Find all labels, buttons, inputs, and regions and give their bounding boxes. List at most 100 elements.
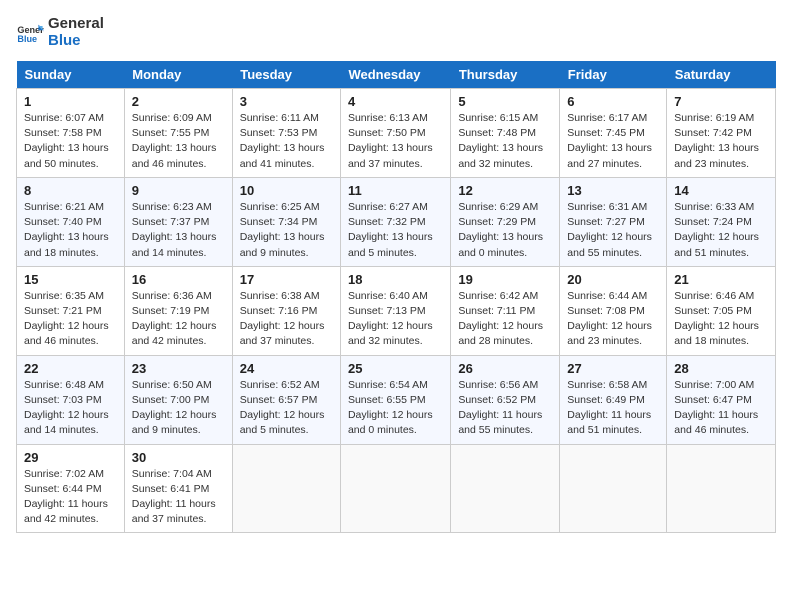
calendar-cell: 3 Sunrise: 6:11 AMSunset: 7:53 PMDaylight… — [232, 89, 340, 178]
day-number: 25 — [348, 361, 443, 376]
day-info: Sunrise: 6:17 AMSunset: 7:45 PMDaylight:… — [567, 111, 659, 172]
calendar-cell: 13 Sunrise: 6:31 AMSunset: 7:27 PMDayligh… — [560, 177, 667, 266]
calendar-week-2: 8 Sunrise: 6:21 AMSunset: 7:40 PMDaylight… — [17, 177, 776, 266]
calendar-cell: 4 Sunrise: 6:13 AMSunset: 7:50 PMDaylight… — [340, 89, 450, 178]
day-number: 22 — [24, 361, 117, 376]
day-info: Sunrise: 6:42 AMSunset: 7:11 PMDaylight:… — [458, 289, 552, 350]
day-number: 21 — [674, 272, 768, 287]
day-number: 29 — [24, 450, 117, 465]
calendar-cell: 2 Sunrise: 6:09 AMSunset: 7:55 PMDaylight… — [124, 89, 232, 178]
calendar-cell: 29 Sunrise: 7:02 AMSunset: 6:44 PMDayligh… — [17, 444, 125, 533]
weekday-header-row: SundayMondayTuesdayWednesdayThursdayFrid… — [17, 61, 776, 89]
day-number: 7 — [674, 94, 768, 109]
day-info: Sunrise: 6:25 AMSunset: 7:34 PMDaylight:… — [240, 200, 333, 261]
day-info: Sunrise: 6:36 AMSunset: 7:19 PMDaylight:… — [132, 289, 225, 350]
day-info: Sunrise: 6:09 AMSunset: 7:55 PMDaylight:… — [132, 111, 225, 172]
calendar-cell: 24 Sunrise: 6:52 AMSunset: 6:57 PMDayligh… — [232, 355, 340, 444]
day-number: 2 — [132, 94, 225, 109]
day-info: Sunrise: 6:15 AMSunset: 7:48 PMDaylight:… — [458, 111, 552, 172]
calendar-cell — [667, 444, 776, 533]
day-number: 18 — [348, 272, 443, 287]
calendar-table: SundayMondayTuesdayWednesdayThursdayFrid… — [16, 61, 776, 533]
calendar-cell: 18 Sunrise: 6:40 AMSunset: 7:13 PMDayligh… — [340, 266, 450, 355]
calendar-cell: 22 Sunrise: 6:48 AMSunset: 7:03 PMDayligh… — [17, 355, 125, 444]
calendar-cell: 25 Sunrise: 6:54 AMSunset: 6:55 PMDayligh… — [340, 355, 450, 444]
day-info: Sunrise: 7:02 AMSunset: 6:44 PMDaylight:… — [24, 467, 117, 528]
day-number: 1 — [24, 94, 117, 109]
day-info: Sunrise: 6:07 AMSunset: 7:58 PMDaylight:… — [24, 111, 117, 172]
day-number: 12 — [458, 183, 552, 198]
day-info: Sunrise: 6:35 AMSunset: 7:21 PMDaylight:… — [24, 289, 117, 350]
day-number: 8 — [24, 183, 117, 198]
day-info: Sunrise: 6:31 AMSunset: 7:27 PMDaylight:… — [567, 200, 659, 261]
day-number: 19 — [458, 272, 552, 287]
day-info: Sunrise: 6:58 AMSunset: 6:49 PMDaylight:… — [567, 378, 659, 439]
day-info: Sunrise: 6:46 AMSunset: 7:05 PMDaylight:… — [674, 289, 768, 350]
day-info: Sunrise: 6:23 AMSunset: 7:37 PMDaylight:… — [132, 200, 225, 261]
day-info: Sunrise: 6:50 AMSunset: 7:00 PMDaylight:… — [132, 378, 225, 439]
day-info: Sunrise: 6:44 AMSunset: 7:08 PMDaylight:… — [567, 289, 659, 350]
calendar-cell: 20Sunrise: 6:44 AMSunset: 7:08 PMDayligh… — [560, 266, 667, 355]
day-info: Sunrise: 6:19 AMSunset: 7:42 PMDaylight:… — [674, 111, 768, 172]
weekday-header-friday: Friday — [560, 61, 667, 89]
weekday-header-thursday: Thursday — [451, 61, 560, 89]
calendar-cell: 17Sunrise: 6:38 AMSunset: 7:16 PMDayligh… — [232, 266, 340, 355]
calendar-cell: 16 Sunrise: 6:36 AMSunset: 7:19 PMDayligh… — [124, 266, 232, 355]
day-info: Sunrise: 6:40 AMSunset: 7:13 PMDaylight:… — [348, 289, 443, 350]
logo-icon: General Blue — [16, 19, 44, 47]
calendar-cell — [451, 444, 560, 533]
calendar-cell — [232, 444, 340, 533]
day-number: 13 — [567, 183, 659, 198]
weekday-header-wednesday: Wednesday — [340, 61, 450, 89]
day-number: 15 — [24, 272, 117, 287]
day-number: 24 — [240, 361, 333, 376]
day-number: 11 — [348, 183, 443, 198]
day-info: Sunrise: 7:00 AMSunset: 6:47 PMDaylight:… — [674, 378, 768, 439]
day-info: Sunrise: 6:56 AMSunset: 6:52 PMDaylight:… — [458, 378, 552, 439]
day-info: Sunrise: 6:48 AMSunset: 7:03 PMDaylight:… — [24, 378, 117, 439]
day-info: Sunrise: 6:27 AMSunset: 7:32 PMDaylight:… — [348, 200, 443, 261]
day-info: Sunrise: 6:54 AMSunset: 6:55 PMDaylight:… — [348, 378, 443, 439]
calendar-cell: 26 Sunrise: 6:56 AMSunset: 6:52 PMDayligh… — [451, 355, 560, 444]
day-number: 5 — [458, 94, 552, 109]
day-info: Sunrise: 6:11 AMSunset: 7:53 PMDaylight:… — [240, 111, 333, 172]
day-info: Sunrise: 6:21 AMSunset: 7:40 PMDaylight:… — [24, 200, 117, 261]
calendar-cell: 8 Sunrise: 6:21 AMSunset: 7:40 PMDaylight… — [17, 177, 125, 266]
day-number: 27 — [567, 361, 659, 376]
calendar-cell: 7 Sunrise: 6:19 AMSunset: 7:42 PMDaylight… — [667, 89, 776, 178]
svg-text:Blue: Blue — [17, 34, 37, 44]
day-number: 16 — [132, 272, 225, 287]
calendar-cell: 1 Sunrise: 6:07 AMSunset: 7:58 PMDaylight… — [17, 89, 125, 178]
weekday-header-tuesday: Tuesday — [232, 61, 340, 89]
weekday-header-monday: Monday — [124, 61, 232, 89]
calendar-cell: 23Sunrise: 6:50 AMSunset: 7:00 PMDayligh… — [124, 355, 232, 444]
calendar-cell: 6Sunrise: 6:17 AMSunset: 7:45 PMDaylight… — [560, 89, 667, 178]
calendar-cell: 5 Sunrise: 6:15 AMSunset: 7:48 PMDaylight… — [451, 89, 560, 178]
calendar-cell: 21 Sunrise: 6:46 AMSunset: 7:05 PMDayligh… — [667, 266, 776, 355]
page-header: General Blue General Blue — [16, 16, 776, 49]
day-number: 17 — [240, 272, 333, 287]
calendar-week-5: 29 Sunrise: 7:02 AMSunset: 6:44 PMDayligh… — [17, 444, 776, 533]
logo: General Blue General Blue — [16, 16, 104, 49]
day-info: Sunrise: 6:29 AMSunset: 7:29 PMDaylight:… — [458, 200, 552, 261]
day-number: 10 — [240, 183, 333, 198]
weekday-header-saturday: Saturday — [667, 61, 776, 89]
calendar-week-3: 15 Sunrise: 6:35 AMSunset: 7:21 PMDayligh… — [17, 266, 776, 355]
calendar-week-4: 22 Sunrise: 6:48 AMSunset: 7:03 PMDayligh… — [17, 355, 776, 444]
calendar-cell: 12 Sunrise: 6:29 AMSunset: 7:29 PMDayligh… — [451, 177, 560, 266]
day-info: Sunrise: 6:52 AMSunset: 6:57 PMDaylight:… — [240, 378, 333, 439]
calendar-cell: 9 Sunrise: 6:23 AMSunset: 7:37 PMDaylight… — [124, 177, 232, 266]
calendar-cell: 15 Sunrise: 6:35 AMSunset: 7:21 PMDayligh… — [17, 266, 125, 355]
day-number: 28 — [674, 361, 768, 376]
day-number: 9 — [132, 183, 225, 198]
day-number: 3 — [240, 94, 333, 109]
calendar-cell — [560, 444, 667, 533]
day-info: Sunrise: 6:13 AMSunset: 7:50 PMDaylight:… — [348, 111, 443, 172]
calendar-week-1: 1 Sunrise: 6:07 AMSunset: 7:58 PMDaylight… — [17, 89, 776, 178]
weekday-header-sunday: Sunday — [17, 61, 125, 89]
day-info: Sunrise: 6:33 AMSunset: 7:24 PMDaylight:… — [674, 200, 768, 261]
calendar-cell — [340, 444, 450, 533]
day-number: 4 — [348, 94, 443, 109]
calendar-cell: 14Sunrise: 6:33 AMSunset: 7:24 PMDayligh… — [667, 177, 776, 266]
day-number: 26 — [458, 361, 552, 376]
